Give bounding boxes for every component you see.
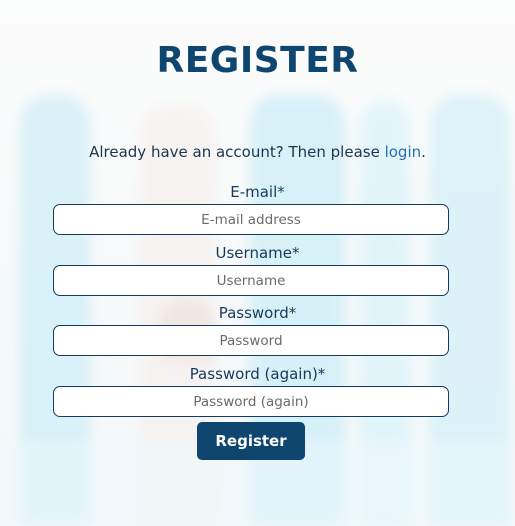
password-field[interactable] [53,325,449,356]
register-form-panel: REGISTER Already have an account? Then p… [0,0,515,526]
username-label: Username* [215,244,300,262]
email-field[interactable] [53,204,449,235]
password-label: Password* [218,304,297,322]
register-button[interactable]: Register [197,422,305,460]
password-again-field[interactable] [53,386,449,417]
username-field[interactable] [53,265,449,296]
login-prompt-text: Already have an account? Then please [89,143,385,161]
login-link[interactable]: login [385,143,422,161]
login-prompt-suffix: . [421,143,426,161]
password-again-label: Password (again)* [189,365,326,383]
page-title: REGISTER [156,40,359,81]
email-label: E-mail* [230,183,285,201]
login-prompt: Already have an account? Then please log… [0,143,515,161]
